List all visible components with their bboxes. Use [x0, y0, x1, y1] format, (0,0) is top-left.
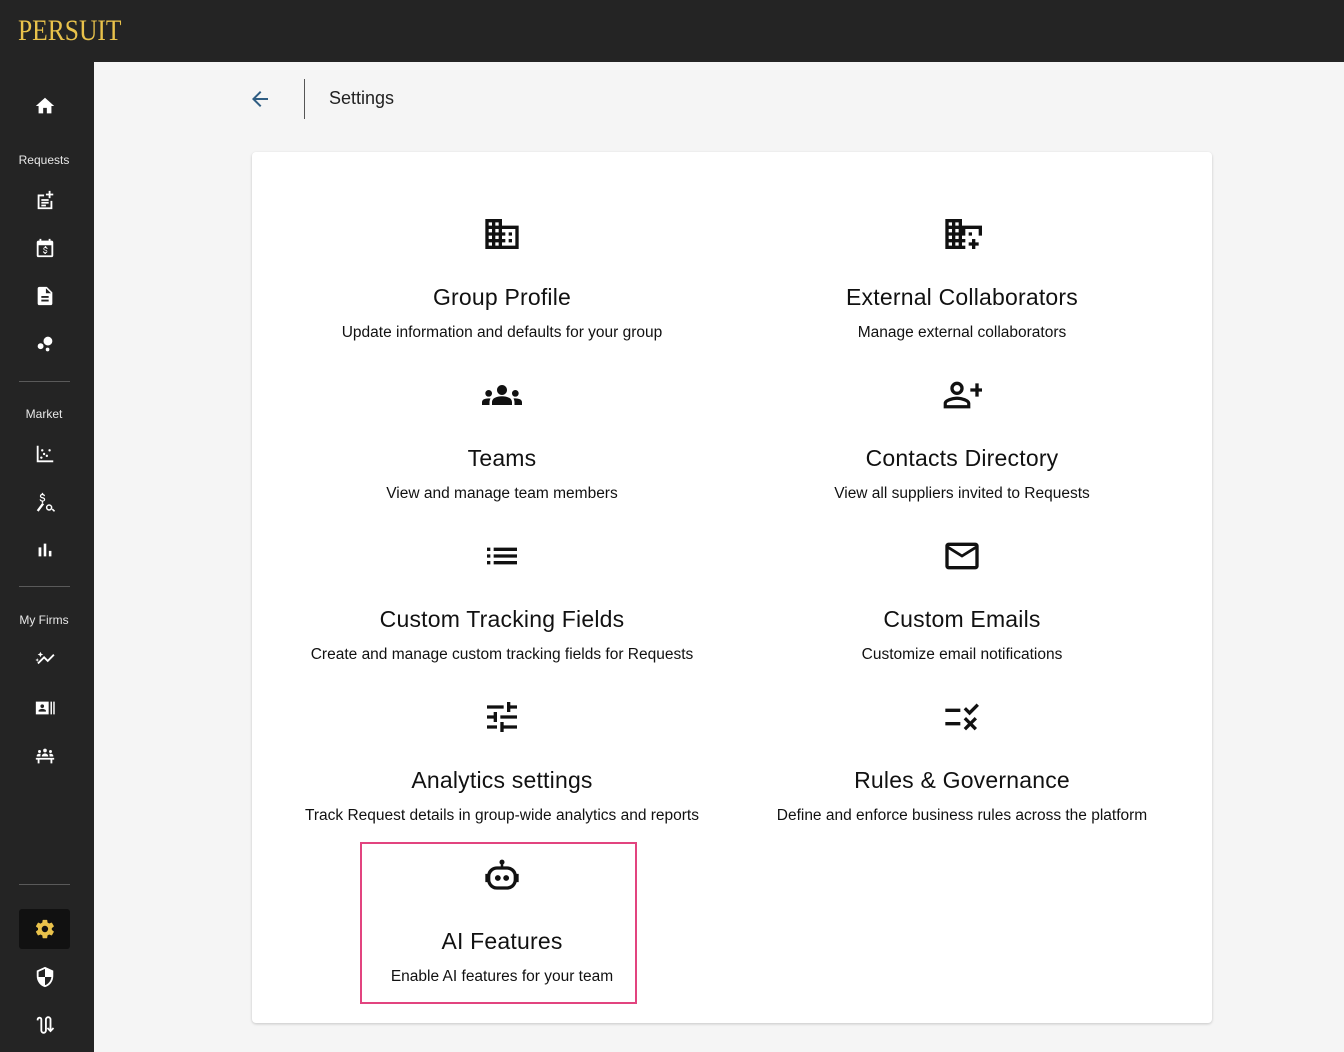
route-icon[interactable] [19, 1005, 70, 1045]
tile-description: Manage external collaborators [732, 324, 1192, 342]
settings-tile-contacts-directory[interactable]: Contacts Directory View all suppliers in… [732, 375, 1192, 515]
settings-card: Group Profile Update information and def… [252, 152, 1212, 1023]
tile-description: Track Request details in group-wide anal… [272, 807, 732, 825]
tile-title: AI Features [272, 928, 732, 955]
tile-title: Group Profile [272, 284, 732, 311]
tile-title: Teams [272, 445, 732, 472]
tile-description: Create and manage custom tracking fields… [272, 646, 732, 664]
tile-description: View and manage team members [272, 485, 732, 503]
tile-description: View all suppliers invited to Requests [732, 485, 1192, 503]
sidebar-divider [19, 381, 70, 382]
settings-tile-custom-tracking-fields[interactable]: Custom Tracking Fields Create and manage… [272, 536, 732, 676]
mail-icon [942, 536, 982, 576]
new-request-icon[interactable] [19, 180, 70, 220]
building-icon [482, 214, 522, 254]
page-header: Settings [94, 62, 1344, 134]
contact-card-icon[interactable] [19, 688, 70, 728]
shield-icon[interactable] [19, 957, 70, 997]
sidebar-section-market: Market [0, 407, 88, 421]
settings-tile-teams[interactable]: Teams View and manage team members [272, 375, 732, 515]
scatter-chart-icon[interactable] [19, 434, 70, 474]
persuit-logo[interactable]: PERSUIT [18, 14, 121, 48]
tile-title: Custom Emails [732, 606, 1192, 633]
settings-tile-ai-features[interactable]: AI Features Enable AI features for your … [272, 858, 732, 998]
tile-description: Customize email notifications [732, 646, 1192, 664]
tile-title: External Collaborators [732, 284, 1192, 311]
bubbles-icon[interactable] [19, 324, 70, 364]
sparkle-trend-icon[interactable] [19, 640, 70, 680]
sidebar-divider [19, 586, 70, 587]
robot-icon [482, 858, 522, 898]
settings-tile-external-collaborators[interactable]: External Collaborators Manage external c… [732, 214, 1192, 354]
tile-title: Analytics settings [272, 767, 732, 794]
home-icon[interactable] [19, 86, 70, 126]
page-title: Settings [329, 88, 394, 109]
sidebar: Requests Market My Firms [0, 62, 94, 1052]
tile-title: Custom Tracking Fields [272, 606, 732, 633]
settings-tile-custom-emails[interactable]: Custom Emails Customize email notificati… [732, 536, 1192, 676]
document-icon[interactable] [19, 276, 70, 316]
person-add-icon [942, 375, 982, 415]
settings-tile-rules-governance[interactable]: Rules & Governance Define and enforce bu… [732, 697, 1192, 837]
groups-icon [482, 375, 522, 415]
tile-title: Rules & Governance [732, 767, 1192, 794]
pricing-calendar-icon[interactable] [19, 228, 70, 268]
back-arrow-icon[interactable] [248, 87, 272, 111]
sidebar-divider [19, 884, 70, 885]
tile-description: Update information and defaults for your… [272, 324, 732, 342]
header-divider [304, 79, 305, 119]
rule-icon [942, 697, 982, 737]
price-search-icon[interactable] [19, 482, 70, 522]
tune-icon [482, 697, 522, 737]
settings-tile-analytics-settings[interactable]: Analytics settings Track Request details… [272, 697, 732, 837]
sidebar-section-requests: Requests [0, 153, 88, 167]
team-table-icon[interactable] [19, 736, 70, 776]
tile-title: Contacts Directory [732, 445, 1192, 472]
settings-tile-group-profile[interactable]: Group Profile Update information and def… [272, 214, 732, 354]
sidebar-section-my-firms: My Firms [0, 613, 88, 627]
list-icon [482, 536, 522, 576]
building-add-icon [942, 214, 982, 254]
bar-chart-icon[interactable] [19, 530, 70, 570]
tile-description: Enable AI features for your team [272, 968, 732, 986]
tile-description: Define and enforce business rules across… [732, 807, 1192, 825]
settings-gear-icon[interactable] [19, 909, 70, 949]
top-bar: PERSUIT [0, 0, 1344, 62]
